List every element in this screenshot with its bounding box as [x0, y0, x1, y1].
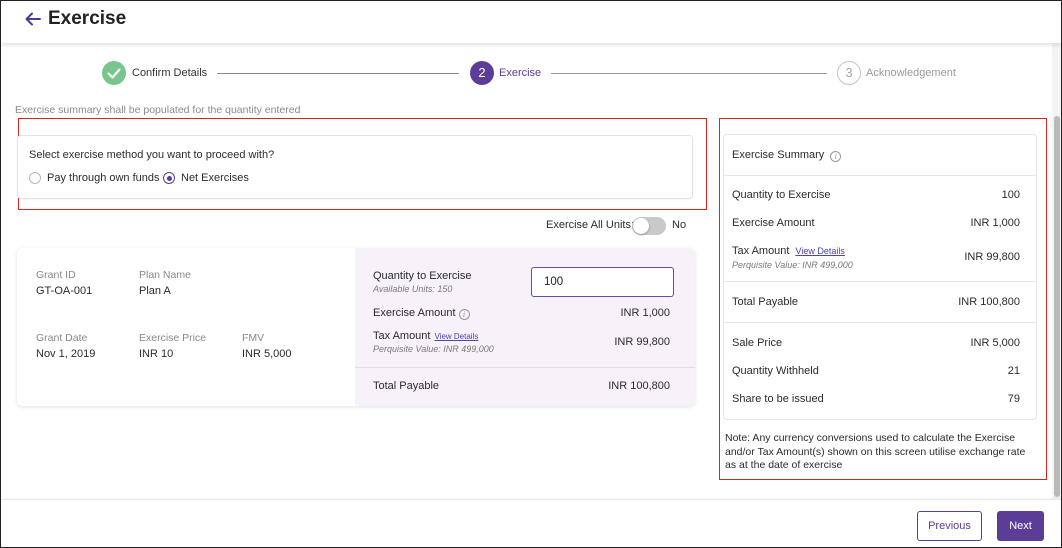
summary-qty-value: 100 [1001, 189, 1020, 201]
plan-name-value: Plan A [139, 285, 171, 297]
summary-amount-label: Exercise Amount [732, 217, 815, 229]
summary-amount-value: INR 1,000 [970, 217, 1020, 229]
summary-withheld-value: 21 [1007, 365, 1020, 377]
radio-net-exercises[interactable] [163, 172, 175, 184]
summary-view-details-link[interactable]: View Details [795, 246, 844, 256]
page-footer [1, 499, 1061, 547]
exercise-all-units-label: Exercise All Units: [546, 219, 635, 231]
available-units-text: Available Units: 150 [373, 284, 453, 294]
divider [724, 175, 1036, 176]
page-header: Exercise [1, 1, 1061, 43]
exercise-price-label: Exercise Price [139, 332, 207, 344]
radio-pay-own-funds-label[interactable]: Pay through own funds [47, 172, 160, 184]
back-arrow-icon[interactable] [23, 9, 43, 29]
summary-tax-value: INR 99,800 [964, 251, 1020, 263]
info-icon[interactable]: i [830, 151, 842, 162]
fmv-label: FMV [242, 332, 265, 344]
currency-note: Note: Any currency conversions used to c… [725, 432, 1026, 471]
summary-perquisite-text: Perquisite Value: INR 499,000 [732, 260, 853, 270]
method-card [17, 135, 693, 199]
fmv-value: INR 5,000 [242, 348, 292, 360]
grant-id-value: GT-OA-001 [36, 285, 93, 297]
perquisite-value-text: Perquisite Value: INR 499,000 [373, 344, 494, 354]
divider [724, 322, 1036, 323]
grant-date-value: Nov 1, 2019 [36, 348, 96, 360]
plan-name-label: Plan Name [139, 269, 191, 281]
exercise-amount-value: INR 1,000 [620, 307, 670, 319]
step-acknowledgement-number: 3 [837, 61, 861, 85]
method-question: Select exercise method you want to proce… [29, 149, 275, 161]
divider [355, 367, 695, 368]
exercise-all-units-value: No [672, 219, 687, 231]
total-payable-label: Total Payable [373, 380, 440, 392]
page-title: Exercise [48, 8, 127, 29]
tax-amount-label: Tax Amount [373, 330, 431, 342]
divider [724, 281, 1036, 282]
summary-total-label: Total Payable [732, 296, 799, 308]
step-exercise-number: 2 [470, 61, 494, 85]
quantity-to-exercise-label: Quantity to Exercise [373, 270, 472, 282]
exercise-page: Exercise Confirm Details 2 Exercise 3 Ac… [0, 0, 1062, 548]
summary-sale-price-value: INR 5,000 [970, 337, 1020, 349]
radio-net-exercises-label[interactable]: Net Exercises [181, 172, 249, 184]
step-acknowledgement-label: Acknowledgement [866, 67, 956, 79]
exercise-amount-label: Exercise Amount [373, 307, 456, 319]
info-icon[interactable]: i [458, 309, 470, 320]
summary-qty-label: Quantity to Exercise [732, 189, 831, 201]
step-confirm-details-label: Confirm Details [132, 67, 208, 79]
quantity-input[interactable] [531, 267, 674, 297]
summary-total-value: INR 100,800 [958, 296, 1020, 308]
grant-date-label: Grant Date [36, 332, 88, 344]
summary-title-row: Exercise Summary i [732, 149, 842, 162]
scrollbar-thumb[interactable] [1054, 116, 1060, 497]
step-connector [551, 73, 827, 74]
previous-button[interactable]: Previous [917, 511, 982, 541]
check-icon [102, 61, 126, 85]
view-details-link[interactable]: View Details [434, 332, 478, 341]
grant-id-label: Grant ID [36, 269, 76, 281]
exercise-all-units-toggle[interactable] [632, 217, 666, 235]
summary-tax-label: Tax Amount [732, 245, 790, 257]
radio-pay-own-funds[interactable] [29, 172, 41, 184]
tax-amount-value: INR 99,800 [614, 336, 670, 348]
total-payable-value: INR 100,800 [608, 380, 670, 392]
summary-hint-text: Exercise summary shall be populated for … [15, 104, 301, 116]
next-button[interactable]: Next [997, 511, 1044, 541]
summary-tax-row: Tax Amount View Details [732, 245, 845, 257]
step-connector [217, 73, 459, 74]
summary-issued-label: Share to be issued [732, 393, 824, 405]
tax-amount-row: Tax Amount View Details [373, 330, 478, 342]
step-exercise-label: Exercise [499, 67, 542, 79]
summary-sale-price-label: Sale Price [732, 337, 783, 349]
summary-title: Exercise Summary [732, 149, 825, 161]
summary-withheld-label: Quantity Withheld [732, 365, 819, 377]
toggle-knob [633, 218, 649, 234]
summary-issued-value: 79 [1007, 393, 1020, 405]
exercise-amount-row: Exercise Amount i [373, 307, 470, 320]
exercise-price-value: INR 10 [139, 348, 174, 360]
exercise-summary-card [723, 134, 1037, 420]
